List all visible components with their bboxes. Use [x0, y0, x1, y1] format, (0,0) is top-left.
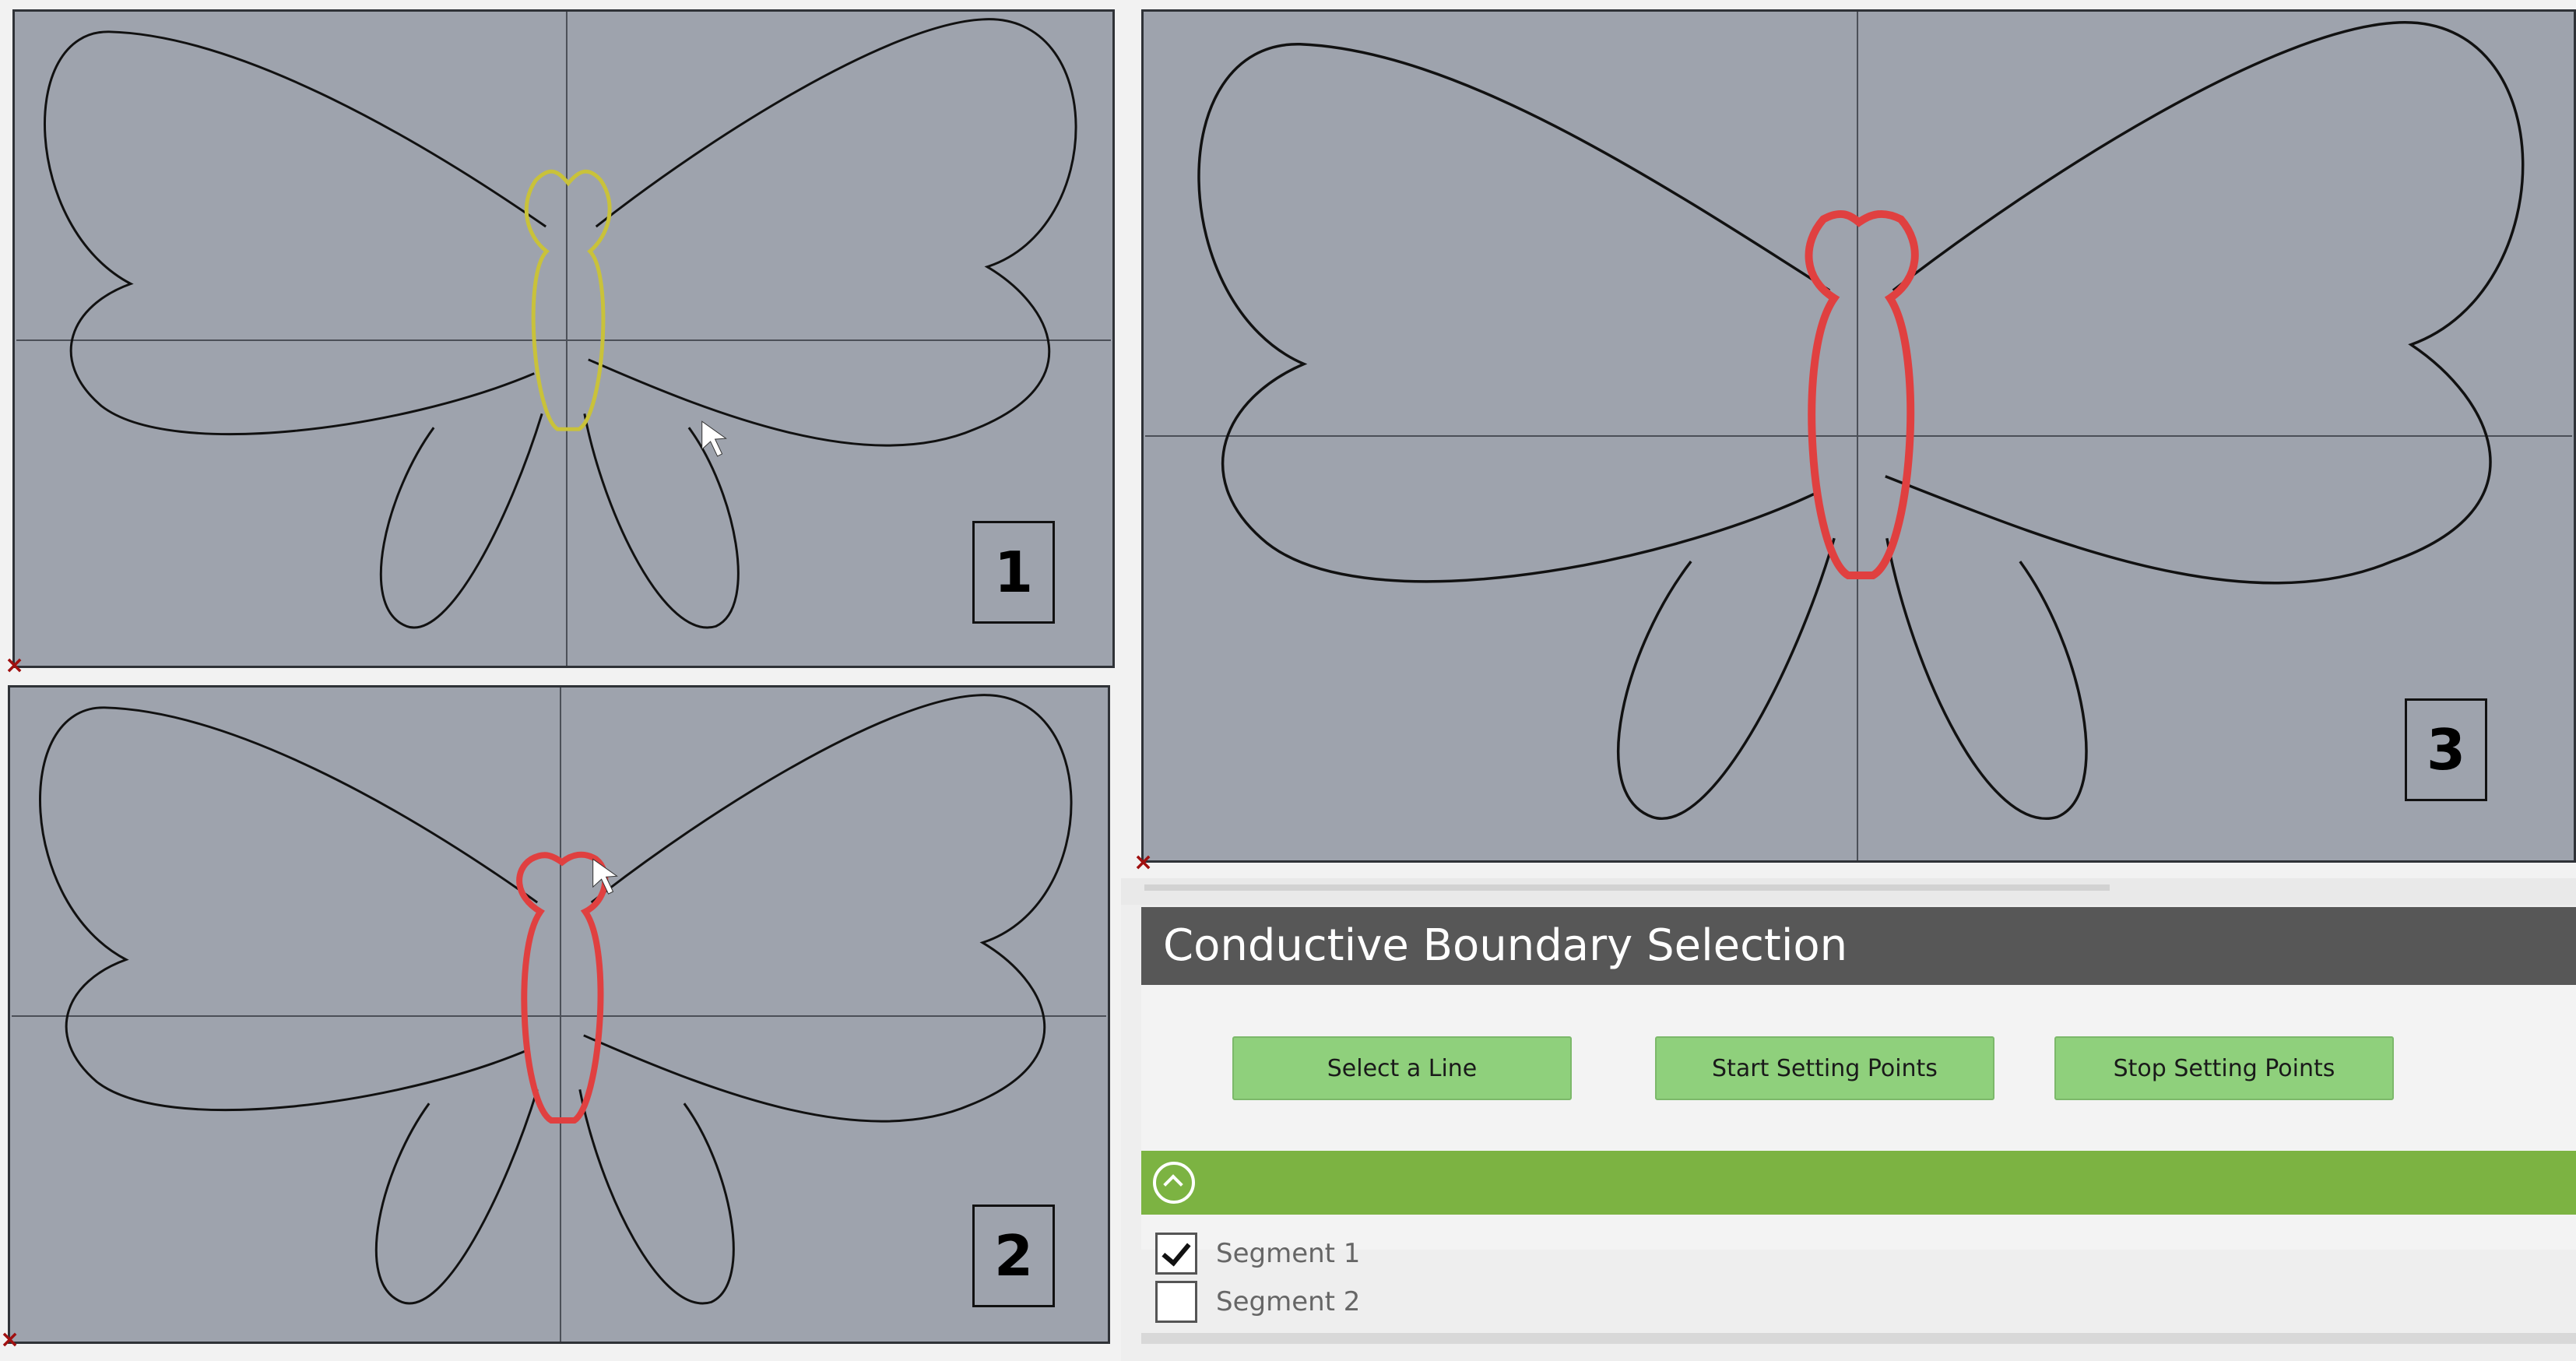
segment-list-header: [1141, 1151, 2576, 1215]
origin-marker-icon: ×: [0, 1326, 20, 1353]
panel-scroll-track[interactable]: [1144, 884, 2110, 891]
origin-marker-icon: ×: [5, 652, 25, 679]
viewport-number-label: 1: [972, 521, 1055, 624]
segment-1-checkbox[interactable]: [1155, 1233, 1197, 1275]
panel-title: Conductive Boundary Selection: [1141, 907, 2576, 985]
viewport-number-label: 3: [2405, 698, 2487, 801]
butterfly-drawing-3: [1145, 12, 2572, 860]
butterfly-drawing-2: [12, 688, 1106, 1342]
viewport-1[interactable]: 1: [12, 9, 1115, 668]
list-item[interactable]: Segment 2: [1155, 1280, 1360, 1324]
viewport-number-label: 2: [972, 1205, 1055, 1307]
segment-label: Segment 2: [1216, 1286, 1361, 1317]
highlighted-body-outline: [524, 169, 612, 431]
stop-setting-points-button[interactable]: Stop Setting Points: [2054, 1036, 2394, 1100]
panel-topbar: [1121, 878, 2576, 905]
highlighted-body-outline: [1805, 209, 1919, 579]
panel-bottom-scrollbar[interactable]: [1141, 1333, 2576, 1344]
origin-marker-icon: ×: [1133, 849, 1154, 876]
select-line-button[interactable]: Select a Line: [1232, 1036, 1572, 1100]
start-setting-points-button[interactable]: Start Setting Points: [1655, 1036, 1994, 1100]
cursor-icon: [701, 420, 727, 457]
viewport-3[interactable]: 3: [1141, 9, 2576, 863]
segment-2-checkbox[interactable]: [1155, 1281, 1197, 1323]
viewport-2[interactable]: 2: [8, 685, 1110, 1344]
highlighted-body-outline: [516, 851, 609, 1124]
list-item[interactable]: Segment 1: [1155, 1232, 1360, 1275]
segment-label: Segment 1: [1216, 1238, 1361, 1269]
butterfly-drawing-1: [16, 12, 1111, 666]
collapse-chevron-up-icon[interactable]: [1153, 1162, 1195, 1204]
